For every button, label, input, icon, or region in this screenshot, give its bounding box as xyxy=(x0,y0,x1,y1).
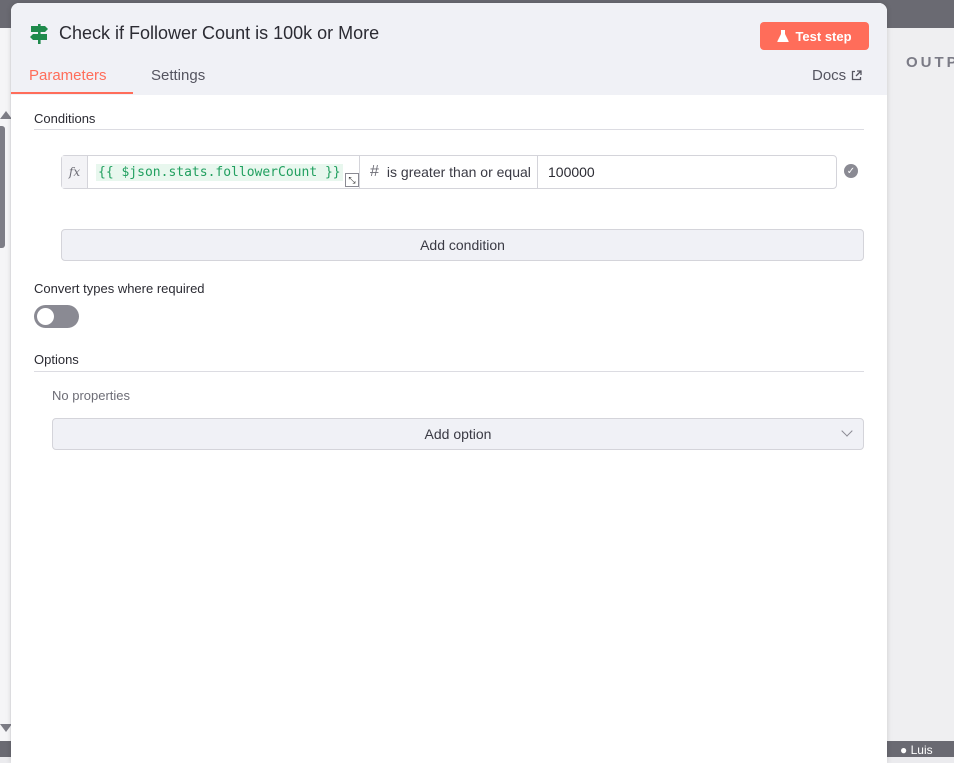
docs-label: Docs xyxy=(812,67,847,84)
check-circle-icon: ✓ xyxy=(844,164,858,178)
external-link-icon xyxy=(852,70,862,81)
docs-link[interactable]: Docs xyxy=(812,67,862,84)
active-tab-indicator xyxy=(11,92,133,94)
dialog-header: Check if Follower Count is 100k or More … xyxy=(11,3,887,95)
expression-text: {{ $json.stats.followerCount }} xyxy=(96,163,343,181)
condition-operator-select[interactable]: # is greater than or equal xyxy=(359,156,538,188)
expression-fx-badge: fx xyxy=(62,156,88,188)
no-properties-text: No properties xyxy=(52,388,131,403)
test-step-label: Test step xyxy=(795,28,852,44)
conditions-divider xyxy=(34,129,864,130)
tab-settings[interactable]: Settings xyxy=(151,67,205,84)
toggle-knob xyxy=(37,308,54,325)
options-divider xyxy=(34,371,864,372)
operator-label: is greater than or equal xyxy=(386,164,531,180)
conditions-heading: Conditions xyxy=(34,111,96,126)
test-step-button[interactable]: Test step xyxy=(760,22,869,50)
add-condition-button[interactable]: Add condition xyxy=(61,229,864,261)
signpost-icon xyxy=(30,24,48,44)
condition-right-value-input[interactable]: 100000 xyxy=(539,156,835,188)
user-name: Luis xyxy=(910,743,933,757)
condition-left-value-input[interactable]: {{ $json.stats.followerCount }} xyxy=(88,156,358,188)
convert-types-toggle[interactable] xyxy=(34,305,79,328)
condition-row: fx {{ $json.stats.followerCount }} ⤡ # i… xyxy=(61,155,837,189)
panel-resize-handle[interactable] xyxy=(0,126,5,248)
flask-icon xyxy=(777,30,790,42)
options-heading: Options xyxy=(34,352,79,367)
add-option-label: Add option xyxy=(424,426,492,442)
convert-types-label: Convert types where required xyxy=(34,281,205,296)
output-panel-title: OUTP xyxy=(906,54,954,71)
chevron-down-icon xyxy=(841,425,853,437)
tab-parameters[interactable]: Parameters xyxy=(29,67,107,84)
node-title[interactable]: Check if Follower Count is 100k or More xyxy=(59,23,379,44)
hash-icon: # xyxy=(370,163,379,180)
expand-icon[interactable]: ⤡ xyxy=(345,173,359,187)
user-chip[interactable]: ● Luis xyxy=(900,743,933,757)
add-option-dropdown[interactable]: Add option xyxy=(52,418,864,450)
node-settings-dialog: Check if Follower Count is 100k or More … xyxy=(11,3,887,763)
output-panel xyxy=(887,28,954,741)
